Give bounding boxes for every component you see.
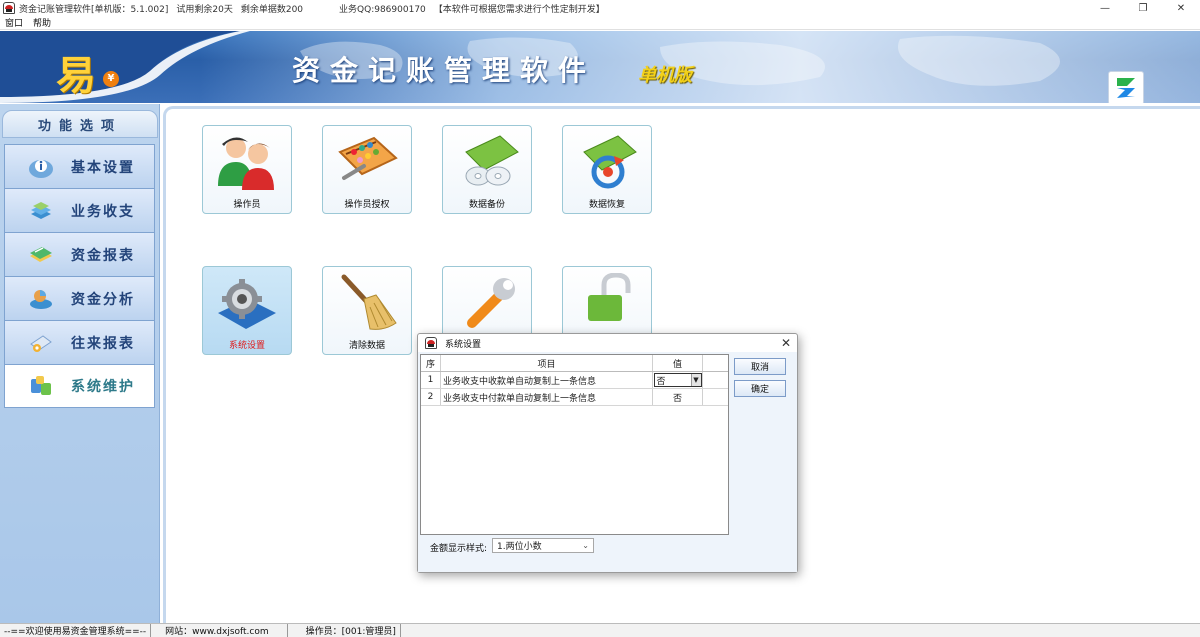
dialog-title-bar: 系统设置 ✕	[418, 334, 797, 352]
title-remaining-docs: 剩余单据数200	[240, 4, 304, 15]
menu-bar: 窗口 帮助	[0, 16, 1200, 30]
sidebar-item-system-maintenance[interactable]: 系统维护	[4, 364, 155, 408]
restore-icon	[583, 135, 637, 189]
lock-icon	[588, 273, 631, 321]
menu-help[interactable]: 帮助	[28, 16, 56, 29]
row-no: 2	[421, 389, 441, 405]
tile-operator[interactable]: 操作员	[202, 125, 292, 214]
title-trial-days: 试用剩余20天	[176, 4, 233, 15]
row-item: 业务收支中付款单自动复制上一条信息	[441, 389, 653, 405]
ok-button[interactable]: 确定	[734, 380, 786, 397]
title-app-version: 资金记账管理软件[单机版：5.1.002]	[19, 4, 169, 15]
menu-window[interactable]: 窗口	[0, 16, 28, 29]
row-no: 1	[421, 372, 441, 388]
system-settings-dialog: 系统设置 ✕ 序 项目 值 1 业务收支中收款单自动复制上一条信息 否 ▼ 2 …	[417, 333, 798, 573]
chevron-down-icon: ⌄	[582, 541, 589, 550]
cancel-button[interactable]: 取消	[734, 358, 786, 375]
settings-grid: 序 项目 值 1 业务收支中收款单自动复制上一条信息 否 ▼ 2 业务收支中付款…	[420, 354, 729, 535]
status-bar: --==欢迎使用易资金管理系统==-- 网站：www.dxjsoft.com 操…	[0, 623, 1200, 637]
value-dropdown-text: 否	[656, 376, 666, 387]
database-icon	[31, 376, 51, 395]
backup-disc-icon	[465, 135, 519, 186]
row-value[interactable]: 否	[653, 389, 703, 405]
dialog-title: 系统设置	[445, 339, 482, 350]
broom-icon	[341, 274, 397, 330]
sidebar-item-label: 系统维护	[71, 379, 135, 395]
banner-subtitle: 单机版	[638, 65, 692, 86]
tile-label: 数据恢复	[588, 200, 625, 210]
dialog-body: 序 项目 值 1 业务收支中收款单自动复制上一条信息 否 ▼ 2 业务收支中付款…	[418, 352, 797, 572]
tile-label: 清除数据	[348, 341, 385, 351]
sidebar-item-basic-settings[interactable]: 基本设置	[4, 144, 155, 188]
tile-system-settings[interactable]: 系统设置	[202, 266, 292, 355]
status-operator: 操作员：[001:管理员]	[288, 624, 401, 637]
abacus-icon	[338, 136, 398, 180]
sidebar-item-exchange-report[interactable]: 往来报表	[4, 320, 155, 364]
amount-style-value: 1.两位小数	[497, 542, 542, 552]
info-icon	[29, 159, 53, 178]
report-icon	[30, 246, 52, 262]
banner: 易 ¥ 资金记账管理软件 单机版	[0, 31, 1200, 103]
tile-label: 数据备份	[468, 200, 505, 210]
sidebar-item-label: 资金报表	[71, 247, 135, 264]
tile-label: 操作员授权	[344, 200, 390, 210]
analysis-icon	[30, 289, 52, 309]
stack-icon	[31, 201, 51, 219]
sidebar-item-fund-analysis[interactable]: 资金分析	[4, 276, 155, 320]
sidebar-item-business[interactable]: 业务收支	[4, 188, 155, 232]
brand-logo-icon	[1108, 71, 1144, 103]
table-row[interactable]: 2 业务收支中付款单自动复制上一条信息 否	[421, 389, 728, 406]
sidebar-item-label: 业务收支	[71, 203, 135, 220]
row-value-cell: 否 ▼	[653, 372, 703, 388]
dialog-close-icon[interactable]: ✕	[781, 336, 791, 350]
users-icon	[218, 137, 274, 190]
amount-style-select[interactable]: 1.两位小数 ⌄	[492, 538, 594, 553]
title-business-qq: 业务QQ:986900170	[339, 4, 426, 15]
banner-title: 资金记账管理软件	[292, 54, 597, 87]
col-header-value: 值	[653, 355, 703, 371]
maximize-button[interactable]: ❐	[1124, 0, 1162, 16]
title-custom-notice: 【本软件可根据您需求进行个性定制开发】	[433, 4, 605, 15]
tile-data-restore[interactable]: 数据恢复	[562, 125, 652, 214]
sidebar-list: 基本设置 业务收支 资金报表 资金分析 往来报表 系统维护	[4, 144, 155, 408]
minimize-button[interactable]: —	[1086, 0, 1124, 16]
wrench-icon	[467, 278, 515, 328]
status-website: 网站：www.dxjsoft.com	[151, 624, 288, 637]
title-bar: 资金记账管理软件[单机版：5.1.002] 试用剩余20天 剩余单据数200 业…	[0, 0, 1200, 16]
yuan-coin-icon: ¥	[103, 71, 119, 87]
sidebar-item-label: 资金分析	[71, 291, 135, 308]
col-header-no: 序	[421, 355, 441, 371]
window-controls: — ❐ ✕	[1086, 0, 1200, 16]
amount-style-label: 金额显示样式:	[430, 544, 488, 554]
tile-operator-auth[interactable]: 操作员授权	[322, 125, 412, 214]
close-window-button[interactable]: ✕	[1162, 0, 1200, 16]
sidebar-item-fund-report[interactable]: 资金报表	[4, 232, 155, 276]
chevron-down-icon[interactable]: ▼	[690, 374, 701, 386]
sidebar-item-label: 基本设置	[71, 159, 135, 176]
gear-icon	[218, 279, 276, 329]
value-dropdown[interactable]: 否 ▼	[653, 373, 702, 387]
logo-wave-graphic	[0, 31, 250, 103]
grid-header: 序 项目 值	[421, 355, 728, 372]
status-welcome: --==欢迎使用易资金管理系统==--	[0, 624, 152, 637]
col-header-item: 项目	[441, 355, 653, 371]
app-icon	[425, 337, 437, 349]
sidebar: 功能选项 基本设置 业务收支 资金报表 资金分析 往来报表 系统维护	[0, 104, 160, 623]
tile-label: 操作员	[233, 200, 261, 210]
sidebar-header: 功能选项	[2, 110, 158, 138]
app-icon	[3, 2, 15, 14]
sidebar-item-label: 往来报表	[71, 335, 135, 352]
logo-mark: 易	[56, 52, 96, 99]
exchange-icon	[30, 334, 52, 352]
tile-label: 系统设置	[228, 341, 265, 351]
tile-data-backup[interactable]: 数据备份	[442, 125, 532, 214]
table-row[interactable]: 1 业务收支中收款单自动复制上一条信息 否 ▼	[421, 372, 728, 389]
tile-clear-data[interactable]: 清除数据	[322, 266, 412, 355]
row-item: 业务收支中收款单自动复制上一条信息	[441, 372, 653, 388]
